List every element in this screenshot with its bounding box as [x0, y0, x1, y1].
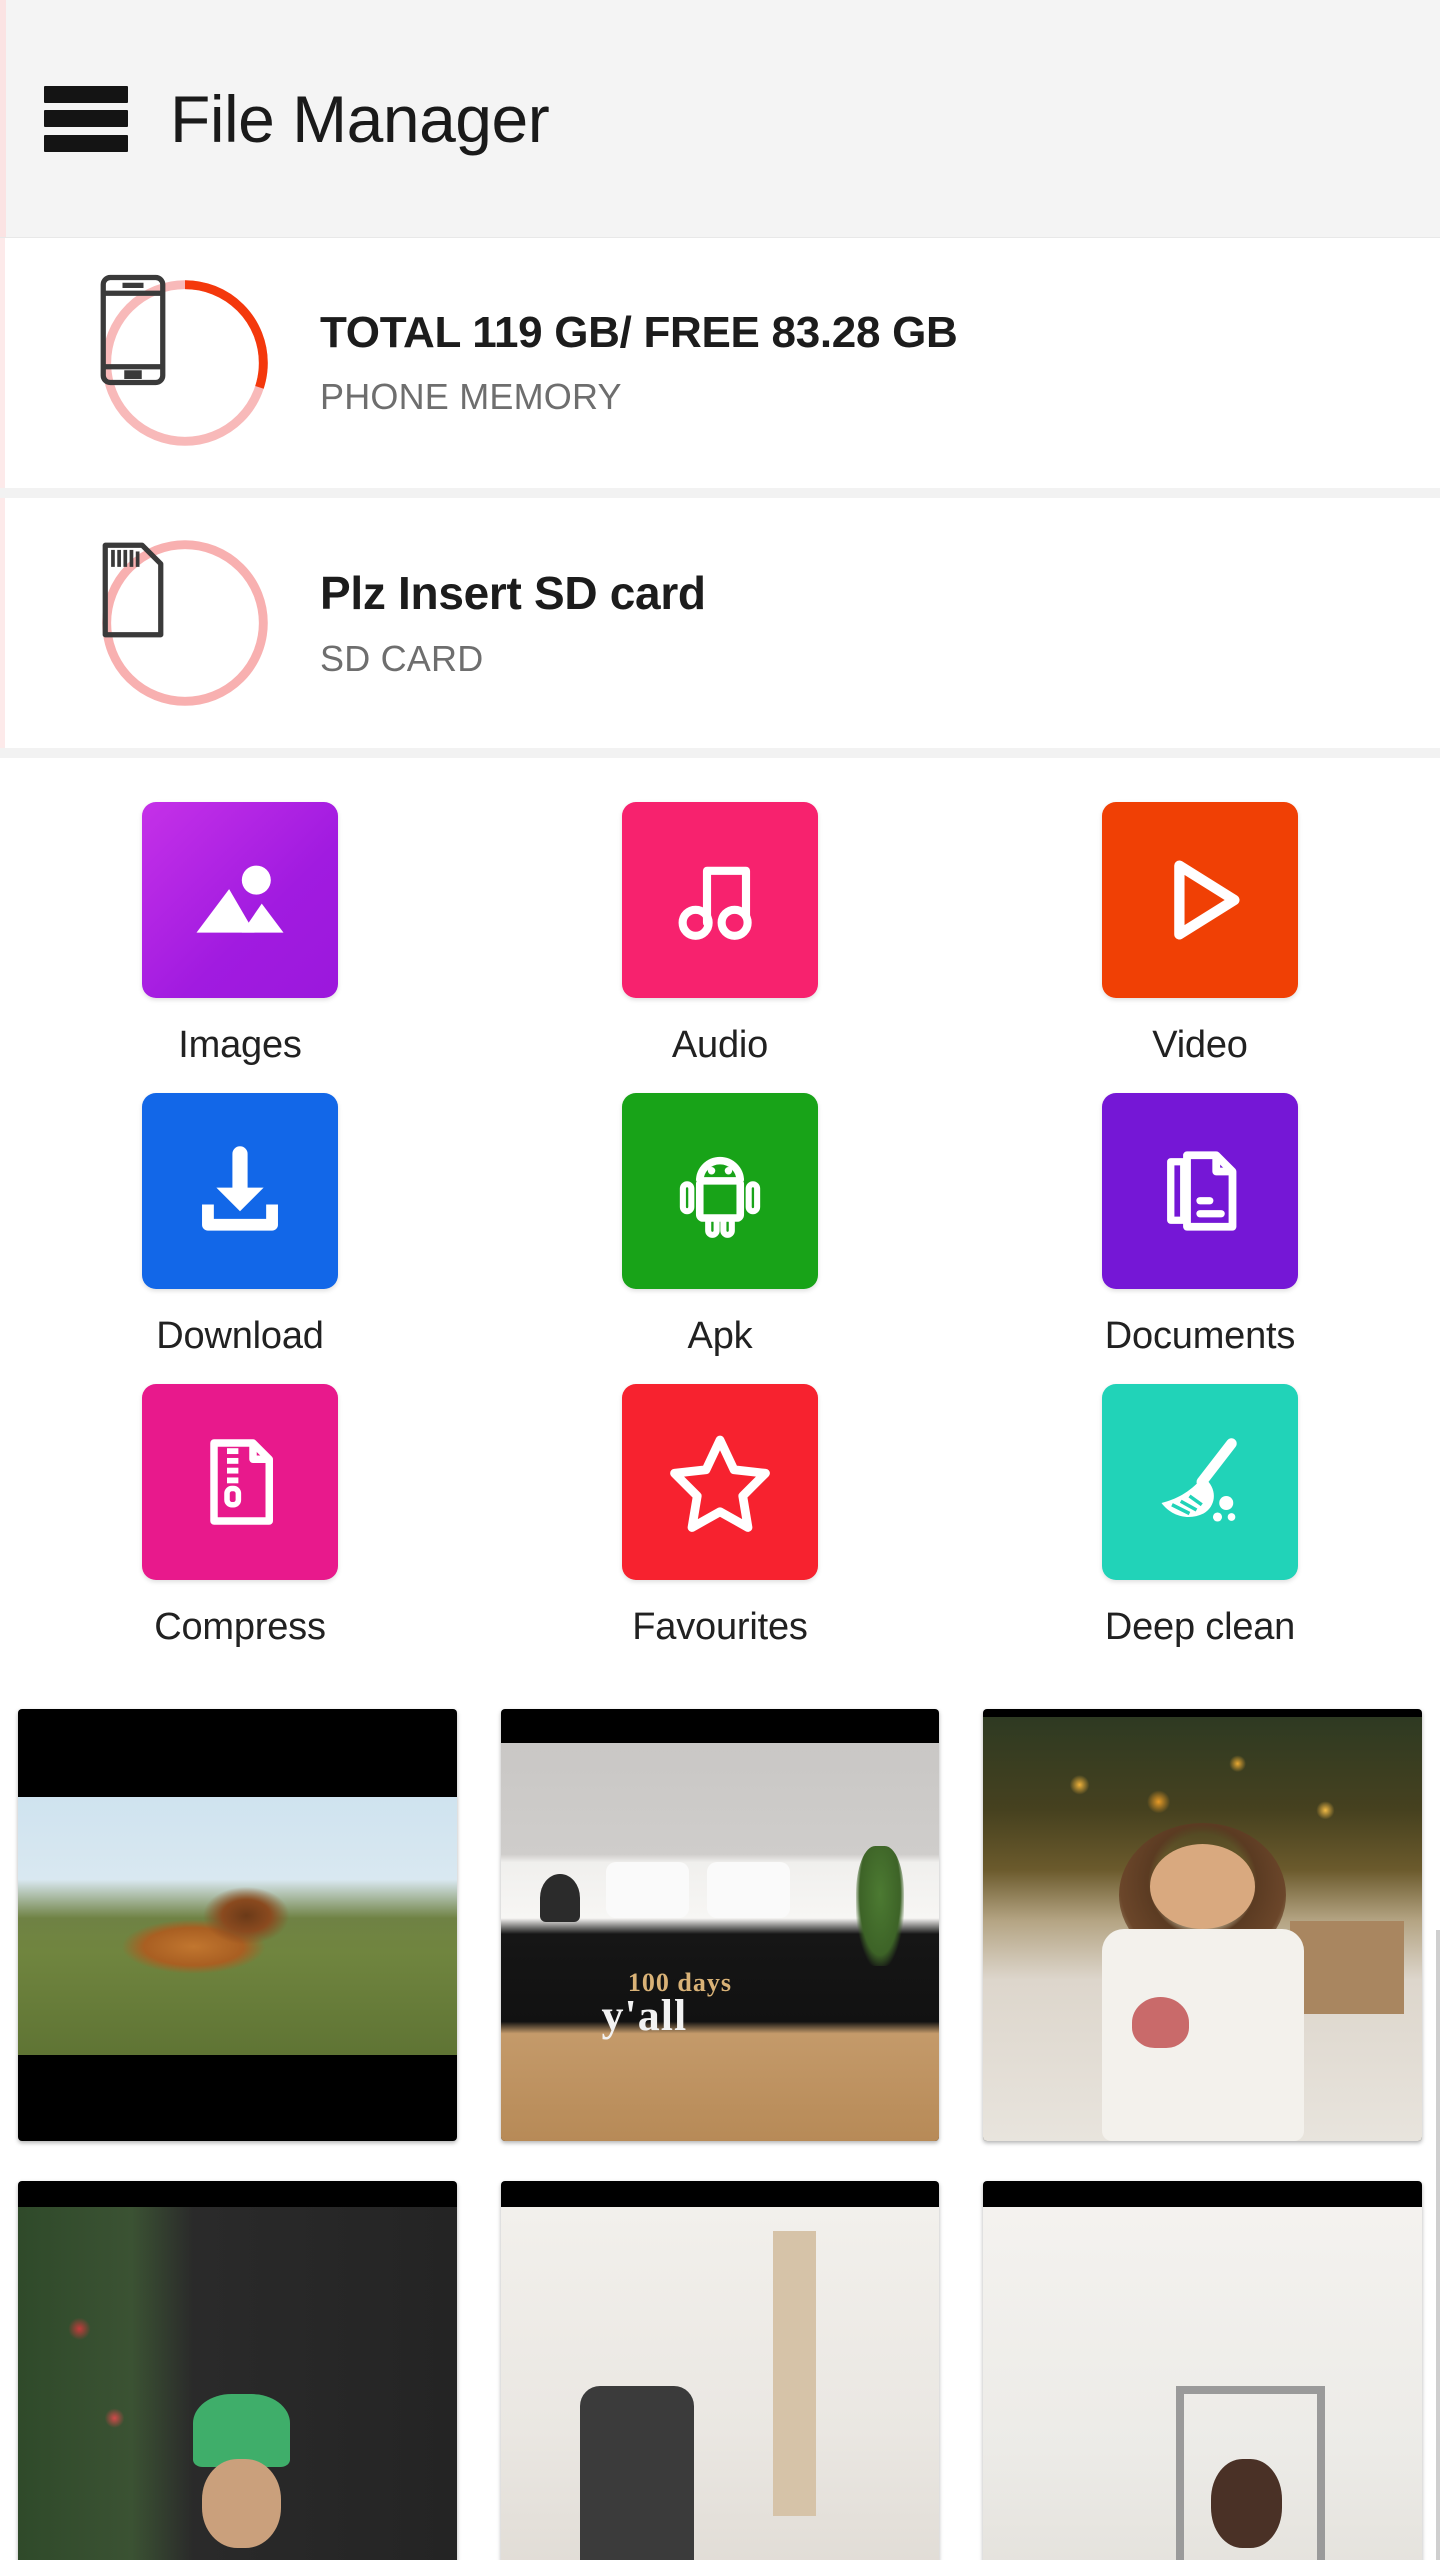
phone-memory-ring: [96, 274, 274, 452]
blanket-caption: y'all: [601, 1990, 688, 2040]
images-tile[interactable]: [142, 802, 338, 998]
thumbnail-item[interactable]: [983, 2181, 1422, 2560]
framed-portrait-photo: [983, 2207, 1422, 2560]
hamburger-menu-icon[interactable]: [44, 85, 128, 152]
recent-photos-gallery: 100 days y'all: [0, 1683, 1440, 2560]
favourites-tile[interactable]: [622, 1384, 818, 1580]
thumbnail-item[interactable]: 100 days y'all: [500, 1709, 940, 2141]
category-download[interactable]: Download: [0, 1093, 480, 1358]
thumbnail-item[interactable]: [18, 2181, 457, 2560]
images-label: Images: [178, 1024, 302, 1066]
scrollbar[interactable]: [1436, 1930, 1440, 2560]
girl-christmas-tree-photo: [983, 1717, 1422, 2141]
audio-tile[interactable]: [622, 802, 818, 998]
storage-divider: [0, 488, 1440, 498]
christmas-hat-photo: [18, 2207, 457, 2560]
favourites-label: Favourites: [632, 1606, 808, 1648]
category-audio[interactable]: Audio: [480, 802, 960, 1067]
dress-shape: [1101, 1929, 1304, 2141]
phone-memory-text: TOTAL 119 GB/ FREE 83.28 GB PHONE MEMORY: [320, 307, 958, 419]
music-note-icon: [678, 866, 752, 940]
plant-shape: [855, 1846, 905, 1966]
phone-memory-row[interactable]: TOTAL 119 GB/ FREE 83.28 GB PHONE MEMORY: [0, 238, 1440, 488]
page-title: File Manager: [170, 81, 550, 156]
zip-file-icon: [210, 1439, 273, 1525]
download-tile[interactable]: [142, 1093, 338, 1289]
deep-clean-label: Deep clean: [1104, 1606, 1296, 1648]
category-apk[interactable]: Apk: [480, 1093, 960, 1358]
category-grid: Images Audio Video Download Apk Document…: [0, 802, 1440, 1649]
face-shape: [202, 2458, 282, 2549]
compress-tile[interactable]: [142, 1384, 338, 1580]
thumbnail-item[interactable]: [983, 1709, 1422, 2141]
category-deep-clean[interactable]: Deep clean: [960, 1384, 1440, 1649]
dog-in-field-photo: [18, 1797, 457, 2055]
download-icon: [202, 1146, 278, 1231]
category-grid-wrapper: Images Audio Video Download Apk Document…: [0, 758, 1440, 1683]
sd-card-row[interactable]: Plz Insert SD card SD CARD: [0, 498, 1440, 748]
play-icon: [1174, 860, 1240, 940]
face-shape: [1150, 1844, 1256, 1929]
sd-card-title: Plz Insert SD card: [320, 567, 706, 619]
apk-label: Apk: [687, 1315, 753, 1357]
sd-card-subtitle: SD CARD: [320, 638, 484, 679]
pillow-shape: [605, 1862, 690, 1919]
app-bar: File Manager: [0, 0, 1440, 238]
thumbnail-item[interactable]: [500, 2181, 940, 2560]
phone-icon: [100, 274, 166, 386]
pillow-shape: [706, 1862, 791, 1919]
category-video[interactable]: Video: [960, 802, 1440, 1067]
compress-label: Compress: [154, 1606, 326, 1648]
image-icon: [196, 865, 284, 933]
heart-print-shape: [1132, 1996, 1190, 2048]
star-icon: [670, 1435, 770, 1532]
sd-card-text: Plz Insert SD card SD CARD: [320, 566, 706, 680]
gift-box-shape: [1290, 1920, 1405, 2014]
phone-memory-title: TOTAL 119 GB/ FREE 83.28 GB: [320, 307, 958, 357]
face-shape: [1211, 2458, 1282, 2549]
documents-tile[interactable]: [1102, 1093, 1298, 1289]
pillar-shape: [772, 2231, 817, 2516]
thumbnail-item[interactable]: [18, 1709, 457, 2141]
documents-icon: [1167, 1151, 1237, 1231]
santa-hat-shape: [193, 2393, 290, 2467]
android-icon: [679, 1156, 761, 1238]
lamp-shape: [540, 1874, 580, 1923]
phone-memory-subtitle: PHONE MEMORY: [320, 376, 622, 418]
broom-icon: [1161, 1438, 1237, 1522]
person-shape: [579, 2385, 694, 2560]
apk-tile[interactable]: [622, 1093, 818, 1289]
sd-card-icon: [102, 542, 164, 638]
sd-card-ring: [96, 534, 274, 712]
category-documents[interactable]: Documents: [960, 1093, 1440, 1358]
video-label: Video: [1152, 1024, 1248, 1066]
living-room-photo: [500, 2207, 940, 2560]
category-images[interactable]: Images: [0, 802, 480, 1067]
download-label: Download: [156, 1315, 324, 1357]
audio-label: Audio: [671, 1024, 769, 1066]
category-favourites[interactable]: Favourites: [480, 1384, 960, 1649]
category-compress[interactable]: Compress: [0, 1384, 480, 1649]
deep-clean-tile[interactable]: [1102, 1384, 1298, 1580]
bedroom-blanket-photo: 100 days y'all: [500, 1743, 940, 2141]
grid-top-divider: [0, 748, 1440, 758]
documents-label: Documents: [1104, 1315, 1296, 1357]
video-tile[interactable]: [1102, 802, 1298, 998]
